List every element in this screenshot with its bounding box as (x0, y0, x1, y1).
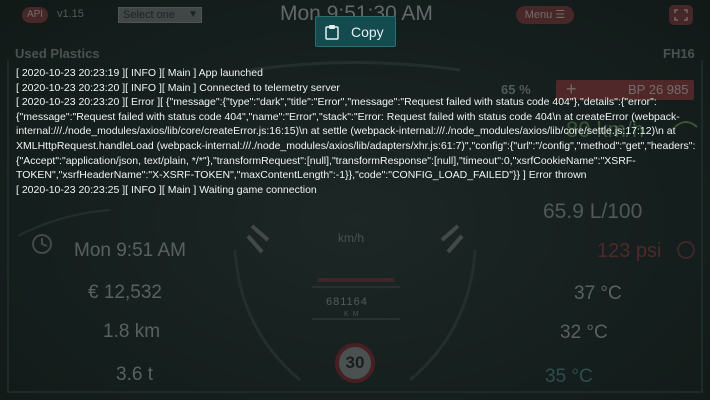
log-line: [ 2020-10-23 20:23:20 ][ INFO ][ Main ] … (16, 81, 340, 94)
log-line: [ 2020-10-23 20:23:25 ][ INFO ][ Main ] … (16, 183, 317, 196)
log-overlay: Copy [ 2020-10-23 20:23:19 ][ INFO ][ Ma… (0, 0, 710, 400)
copy-button[interactable]: Copy (315, 16, 396, 47)
log-output: [ 2020-10-23 20:23:19 ][ INFO ][ Main ] … (16, 66, 706, 197)
copy-button-label: Copy (351, 24, 384, 40)
log-line: [ 2020-10-23 20:23:20 ][ Error ][ {"mess… (16, 96, 696, 182)
log-line: [ 2020-10-23 20:23:19 ][ INFO ][ Main ] … (16, 67, 263, 79)
clipboard-icon (325, 25, 339, 40)
